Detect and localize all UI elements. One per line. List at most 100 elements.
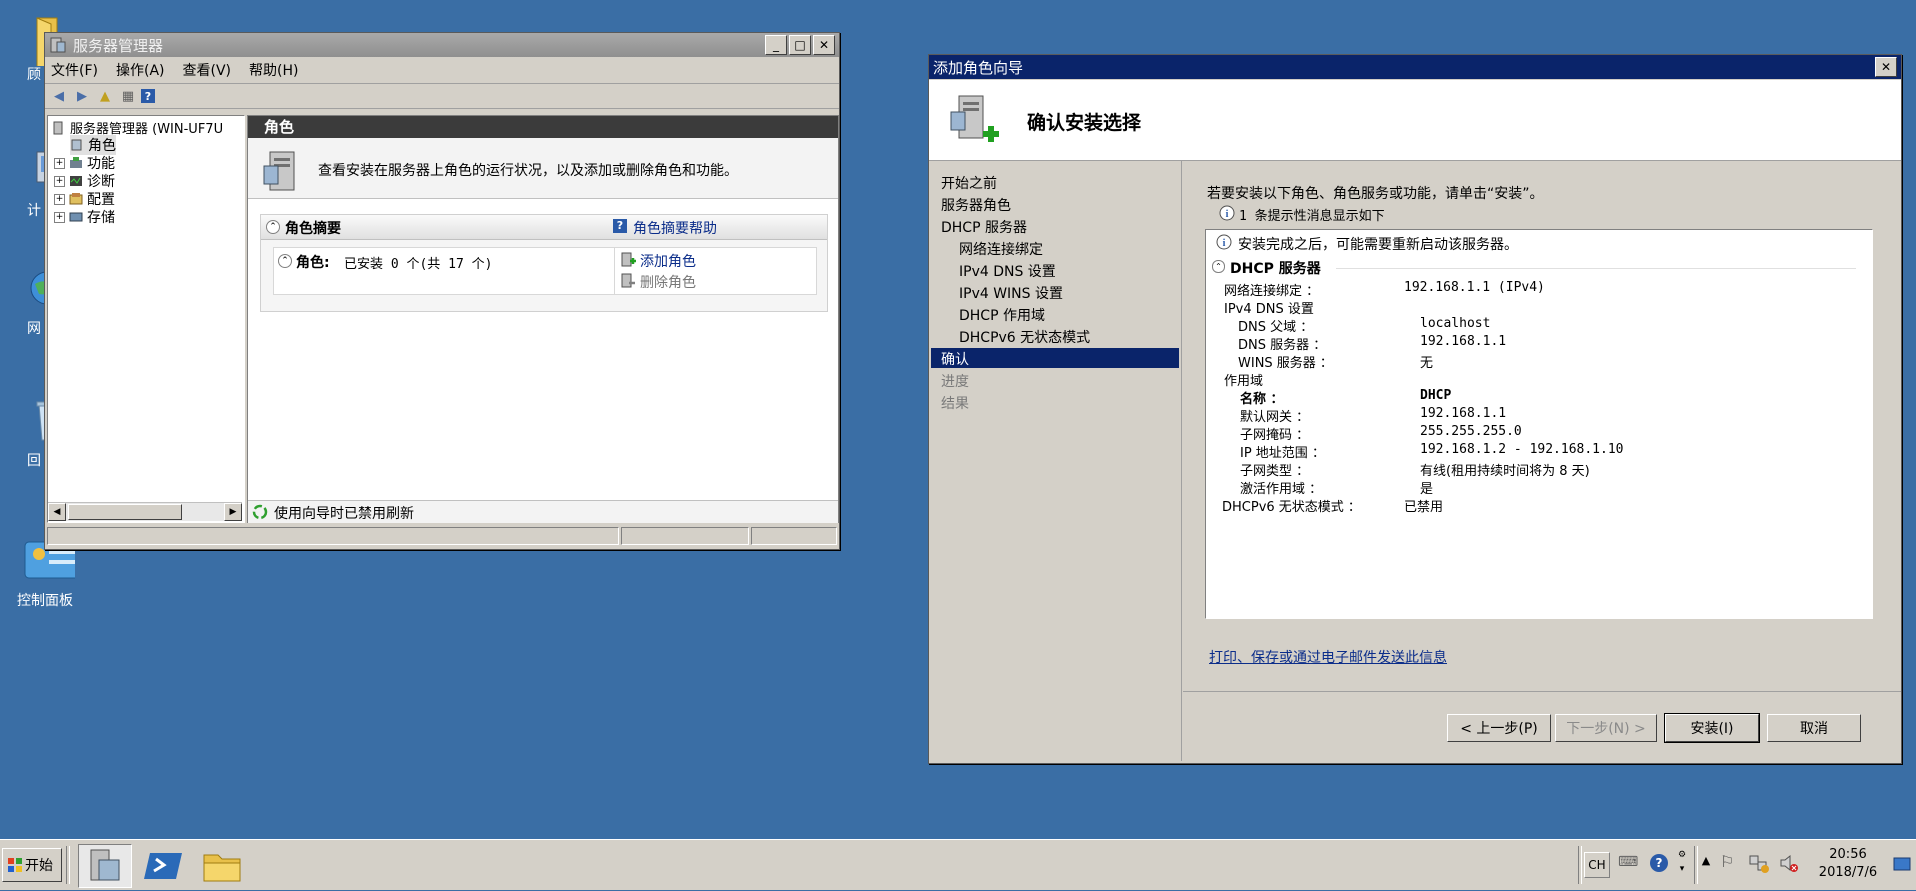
content-header: 角色	[248, 116, 838, 138]
network-tray-icon[interactable]	[1748, 852, 1770, 874]
nav-item-results: 结果	[941, 396, 969, 412]
minimize-button[interactable]: _	[765, 35, 787, 55]
tree-item-label: 诊断	[87, 174, 115, 190]
speaker-muted-icon	[1780, 854, 1798, 872]
menu-help[interactable]: 帮助(H)	[249, 60, 298, 80]
start-button[interactable]: 开始	[2, 848, 62, 882]
wizard-titlebar[interactable]: 添加角色向导 ✕	[929, 55, 1901, 79]
back-arrow-icon[interactable]: ◀	[49, 87, 69, 105]
detail-label-name: 名称 ：	[1240, 392, 1284, 407]
powershell-icon	[144, 853, 182, 879]
nav-item-confirmation: 确认	[941, 352, 969, 368]
taskbar-explorer[interactable]	[198, 844, 246, 886]
configuration-icon	[69, 193, 83, 205]
detail-label-dns-parent: DNS 父域 ：	[1238, 320, 1314, 335]
nav-item-network-binding: 网络连接绑定	[959, 242, 1043, 258]
add-roles-wizard-window: 添加角色向导 ✕ 确认安装选择 开始之前 服务器角色 DHCP 服务器 网络连接…	[928, 54, 1902, 764]
wizard-main: 若要安装以下角色、角色服务或功能，请单击“安装”。 i 1 条提示性消息显示如下…	[1183, 161, 1901, 701]
ime-options-icon[interactable]: ⚙ ▾	[1676, 848, 1688, 878]
collapse-icon[interactable]: ⌃	[1212, 260, 1225, 273]
tree-horizontal-scrollbar[interactable]: ◀ ▶	[48, 502, 242, 521]
start-label: 开始	[25, 858, 53, 874]
nav-item-ipv4-wins: IPv4 WINS 设置	[959, 286, 1063, 302]
scroll-right-icon[interactable]: ▶	[224, 503, 242, 521]
section-divider	[1336, 268, 1856, 269]
cancel-button[interactable]: 取消	[1767, 714, 1861, 742]
show-hidden-icons-icon[interactable]: ▲	[1700, 854, 1712, 872]
detail-label-dns-server: DNS 服务器 ：	[1238, 338, 1327, 353]
collapse-icon[interactable]: ⌃	[278, 254, 292, 268]
tree-pane: 服务器管理器 (WIN-UF7U 角色 + 功能 + 诊断 + 配置 + 存储	[47, 115, 245, 523]
detail-value-subnet-type: 有线(租用持续时间将为 8 天)	[1420, 464, 1590, 479]
server-manager-titlebar[interactable]: 服务器管理器 _ □ ✕	[45, 33, 839, 57]
diagnostics-icon	[70, 176, 82, 186]
forward-arrow-icon[interactable]: ▶	[72, 87, 92, 105]
show-hide-tree-icon[interactable]: ▦	[118, 87, 138, 105]
nav-item-before-you-begin: 开始之前	[941, 176, 997, 192]
collapse-icon[interactable]: ⌃	[266, 220, 280, 234]
server-manager-icon	[90, 849, 120, 881]
menu-view[interactable]: 查看(V)	[183, 60, 232, 80]
tree-item-storage[interactable]: + 存储	[54, 207, 115, 227]
storage-icon	[69, 212, 83, 222]
detail-value-name: DHCP	[1420, 388, 1452, 403]
menu-file[interactable]: 文件(F)	[51, 60, 98, 80]
scrollbar-thumb[interactable]	[68, 504, 182, 520]
maximize-button[interactable]: □	[789, 35, 811, 55]
nav-item-dhcp-scope: DHCP 作用域	[959, 308, 1045, 324]
help-icon[interactable]: ?	[141, 89, 155, 103]
detail-label-activate-scope: 激活作用域 ：	[1240, 482, 1323, 497]
print-save-email-link[interactable]: 打印、保存或通过电子邮件发送此信息	[1209, 647, 1447, 667]
roles-icon	[71, 139, 82, 151]
content-pane: 角色 查看安装在服务器上角色的运行状况，以及添加或删除角色和功能。 ⌃ 角色摘要…	[247, 115, 839, 523]
detail-label-scope: 作用域	[1224, 374, 1264, 389]
language-indicator[interactable]: CH	[1584, 852, 1610, 878]
expand-icon[interactable]: +	[54, 175, 65, 187]
taskbar-server-manager[interactable]	[78, 844, 132, 888]
taskbar-powershell[interactable]	[140, 844, 188, 886]
taskbar-separator	[66, 846, 70, 884]
detail-value-network-binding: 192.168.1.1 (IPv4)	[1404, 280, 1545, 295]
wizard-heading: 确认安装选择	[1027, 112, 1142, 134]
back-button[interactable]: < 上一步(P)	[1447, 714, 1551, 742]
detail-label-network-binding: 网络连接绑定 ：	[1224, 284, 1320, 299]
tree-item-diagnostics[interactable]: + 诊断	[54, 171, 115, 191]
tree-item-label: 角色	[88, 138, 116, 154]
tree-item-label: 功能	[87, 156, 115, 172]
menu-action[interactable]: 操作(A)	[116, 60, 165, 80]
clock[interactable]: 20:56 2018/7/6	[1812, 846, 1884, 884]
close-button[interactable]: ✕	[813, 35, 835, 55]
restart-notice: 安装完成之后，可能需要重新启动该服务器。	[1238, 237, 1518, 253]
svg-text:i: i	[1223, 238, 1226, 249]
detail-value-dhcpv6-stateless: 已禁用	[1404, 500, 1444, 515]
tree-item-features[interactable]: + 功能	[54, 153, 115, 173]
refresh-disabled-icon	[252, 504, 268, 520]
tree-item-label: 配置	[87, 192, 115, 208]
roles-summary-help-link[interactable]: 角色摘要帮助	[633, 218, 717, 238]
tree-item-roles[interactable]: 角色	[70, 135, 116, 155]
close-button[interactable]: ✕	[1875, 57, 1897, 77]
nav-item-dhcp-server: DHCP 服务器	[941, 220, 1027, 236]
add-role-link[interactable]: 添加角色	[640, 251, 696, 271]
install-button[interactable]: 安装(I)	[1664, 713, 1760, 743]
tree-item-configuration[interactable]: + 配置	[54, 189, 115, 209]
add-server-role-icon	[950, 95, 999, 142]
expand-icon[interactable]: +	[54, 193, 65, 205]
expand-icon[interactable]: +	[54, 157, 65, 169]
show-desktop-button[interactable]	[1892, 850, 1912, 878]
action-center-flag-icon[interactable]: ⚐	[1720, 852, 1740, 874]
expand-icon[interactable]: +	[54, 211, 65, 223]
keyboard-icon[interactable]: ⌨	[1618, 854, 1638, 872]
help-icon[interactable]: ?	[1650, 854, 1668, 872]
section-title-dhcp: DHCP 服务器	[1230, 261, 1321, 277]
nav-item-server-roles: 服务器角色	[941, 198, 1011, 214]
scroll-left-icon[interactable]: ◀	[48, 503, 66, 521]
window-title: 服务器管理器	[73, 36, 164, 55]
detail-label-subnet-mask: 子网掩码 ：	[1240, 428, 1310, 443]
help-icon: ?	[613, 219, 627, 233]
volume-muted-icon[interactable]	[1778, 852, 1800, 874]
show-desktop-icon	[1893, 857, 1911, 871]
description-banner: 查看安装在服务器上角色的运行状况，以及添加或删除角色和功能。	[248, 138, 838, 199]
wizard-title: 添加角色向导	[933, 58, 1024, 77]
up-folder-icon[interactable]: ▲	[95, 87, 115, 105]
